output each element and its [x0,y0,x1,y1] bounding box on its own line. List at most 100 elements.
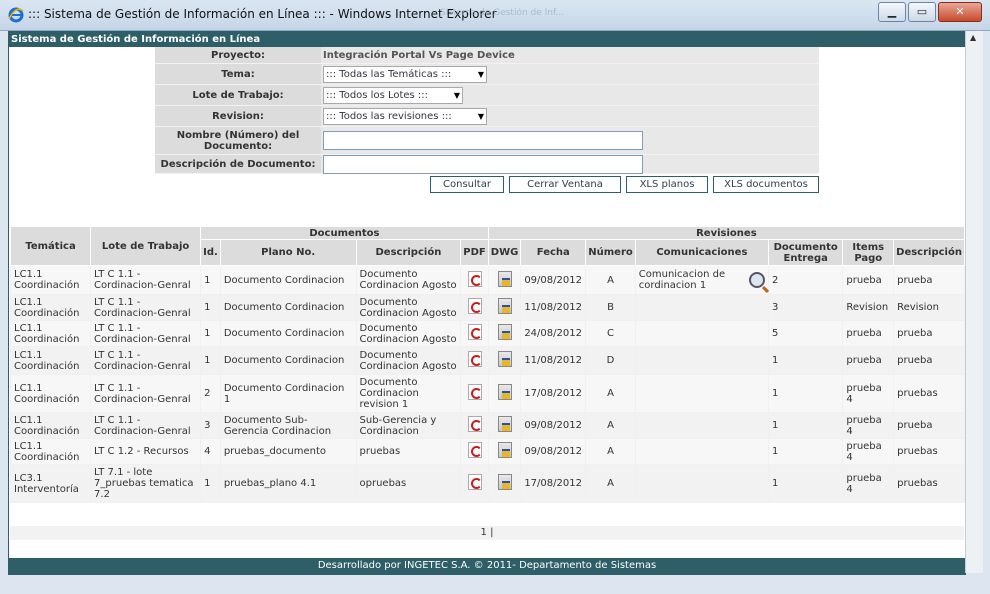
cell-id: 1 [200,346,221,375]
tema-select[interactable]: ::: Todas las Temáticas ::: ▼ [323,65,487,83]
cell-comunicacion [634,464,770,503]
cerrar-ventana-button[interactable]: Cerrar Ventana [509,176,621,193]
cell-descripcion: Sub-Gerencia y Cordinacion [355,412,462,439]
cell-descripcion: Documento Cordinacion Agosto [355,346,462,375]
cell-lote: LT C 1.1 - Cordinacion-Genral [90,346,202,375]
dwg-icon[interactable] [497,416,512,432]
cell-rev_desc: pruebas [893,374,965,413]
background-window-title: Sistema de Gestión de Inf... [440,8,565,18]
cell-numero: D [585,346,636,375]
cell-fecha: 17/08/2012 [520,464,587,503]
cell-tematica: LC1.1 Coordinación [9,265,92,295]
dwg-icon[interactable] [497,351,512,367]
window-titlebar: ::: Sistema de Gestión de Información en… [0,0,990,31]
cell-id: 1 [200,320,221,347]
cell-id: 1 [200,294,221,321]
col-fecha: Fecha [520,239,587,266]
footer: Desarrollado por INGETEC S.A. © 2011- De… [9,558,965,574]
cell-tematica: LC1.1 Coordinación [9,374,92,413]
xls-planos-button[interactable]: XLS planos [626,176,708,193]
maximize-button[interactable]: ▭ [908,2,936,22]
cell-lote: LT 7.1 - lote 7_pruebas tematica 7.2 [90,464,202,503]
pdf-icon[interactable] [467,298,482,314]
documents-table: Temática Lote de Trabajo Documentos Revi… [9,226,966,503]
pdf-icon[interactable] [467,442,482,458]
cell-lote: LT C 1.2 - Recursos [90,438,202,465]
cell-fecha: 09/08/2012 [520,412,587,439]
col-documento-entrega: Documento Entrega [767,239,844,266]
cell-entrega: 1 [767,438,844,465]
pagination[interactable]: 1 | [10,526,964,540]
cell-rev_desc: prueba [893,412,965,439]
chevron-down-icon: ▼ [477,69,484,79]
xls-documentos-button[interactable]: XLS documentos [713,176,819,193]
cell-fecha: 11/08/2012 [520,346,587,375]
consultar-button[interactable]: Consultar [430,176,504,193]
cell-entrega: 5 [767,320,844,347]
cell-lote: LT C 1.1 - Cordinacion-Genral [90,412,202,439]
revision-select-value: ::: Todos las revisiones ::: [326,110,452,122]
cell-tematica: LC1.1 Coordinación [9,294,92,321]
dwg-icon[interactable] [497,298,512,314]
cell-lote: LT C 1.1 - Cordinacion-Genral [90,374,202,413]
pdf-icon[interactable] [467,270,482,287]
dwg-icon[interactable] [497,442,512,458]
comunicacion-text[interactable]: Comunicacion de cordinacion 1 [639,269,735,291]
cell-tematica: LC3.1 Interventoría [9,464,92,503]
cell-plano: Documento Cordinacion [219,346,357,375]
pdf-icon[interactable] [467,416,482,432]
dwg-icon[interactable] [497,384,512,400]
cell-items: prueba 4 [842,412,895,439]
cell-rev_desc: Revision [893,294,965,321]
dwg-icon[interactable] [497,474,512,490]
close-button[interactable]: ✕ [938,2,982,22]
page-link[interactable]: 1 | [481,527,494,538]
col-lote: Lote de Trabajo [90,226,202,266]
pdf-icon[interactable] [467,351,482,367]
col-items-pago: Items Pago [842,239,895,266]
cell-rev_desc: prueba [893,346,965,375]
col-comunicaciones: Comunicaciones [634,239,770,266]
cell-items: prueba 4 [842,438,895,465]
cell-plano: pruebas_documento [219,438,357,465]
col-plano: Plano No. [219,239,357,266]
pdf-icon[interactable] [467,474,482,490]
col-descripcion: Descripción [355,239,462,266]
descripcion-documento-input[interactable] [323,154,643,174]
cell-comunicacion [634,412,770,439]
cell-id: 1 [200,265,221,295]
cell-plano: Documento Cordinacion 1 [219,374,357,413]
cell-numero: A [585,412,636,439]
pdf-icon[interactable] [467,324,482,340]
minimize-button[interactable]: ▁ [878,2,906,22]
cell-entrega: 1 [767,346,844,375]
dwg-icon[interactable] [497,324,512,340]
page-title: Sistema de Gestión de Información en Lín… [9,32,965,47]
dwg-icon[interactable] [497,270,512,287]
cell-rev_desc: pruebas [893,464,965,503]
cell-id: 4 [200,438,221,465]
chevron-down-icon: ▼ [477,111,484,121]
cell-numero: C [585,320,636,347]
window-title: ::: Sistema de Gestión de Información en… [28,7,497,21]
cell-descripcion: Documento Cordinacion revision 1 [355,374,462,413]
cell-id: 2 [200,374,221,413]
nombre-documento-input[interactable] [323,131,643,150]
revision-label: Revision: [155,106,321,126]
cell-descripcion: opruebas [355,464,462,503]
cell-comunicacion [634,374,770,413]
pdf-icon[interactable] [467,384,482,400]
cell-lote: LT C 1.1 - Cordinacion-Genral [90,320,202,347]
cell-fecha: 11/08/2012 [520,294,587,321]
cell-items: prueba 4 [842,374,895,413]
table-row: LC1.1 Coordinación LT C 1.1 - Cordinacion… [9,320,965,347]
scroll-up-arrow-icon[interactable]: ▲ [970,33,976,42]
magnifier-icon[interactable] [749,272,765,288]
table-row: LC1.1 Coordinación LT C 1.1 - Cordinacion… [9,374,965,413]
revision-select[interactable]: ::: Todos las revisiones ::: ▼ [323,107,487,125]
cell-entrega: 3 [767,294,844,321]
vertical-scrollbar[interactable]: ▲ [965,31,983,573]
lote-select[interactable]: ::: Todos los Lotes ::: ▼ [323,86,463,104]
cell-plano: Documento Cordinacion [219,265,357,295]
cell-id: 3 [200,412,221,439]
